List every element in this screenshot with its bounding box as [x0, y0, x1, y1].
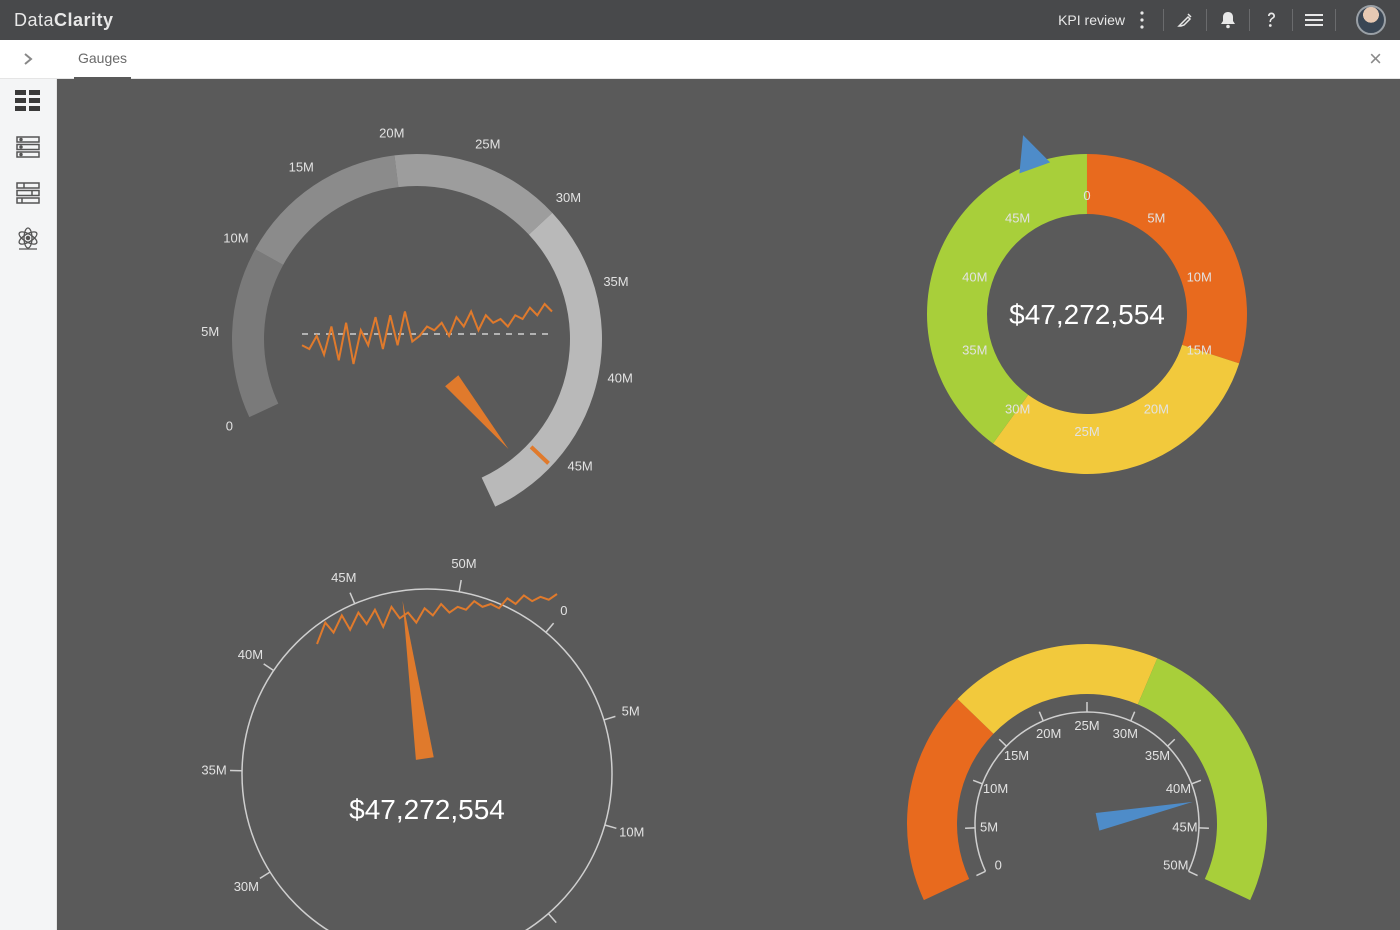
svg-text:20M: 20M — [1144, 401, 1169, 416]
svg-text:30M: 30M — [1113, 726, 1138, 741]
svg-text:20M: 20M — [379, 126, 404, 141]
svg-text:0: 0 — [560, 603, 567, 618]
sidebar-item-sliders[interactable] — [13, 181, 43, 205]
svg-text:10M: 10M — [1187, 270, 1212, 285]
svg-text:0: 0 — [1083, 188, 1090, 203]
highlighter-icon[interactable] — [1174, 9, 1196, 31]
sidebar-item-servers[interactable] — [13, 135, 43, 159]
svg-text:15M: 15M — [1187, 342, 1212, 357]
topbar: DataClarity KPI review — [0, 0, 1400, 40]
svg-text:0: 0 — [226, 418, 233, 433]
svg-text:15M: 15M — [289, 159, 314, 174]
svg-text:10M: 10M — [223, 231, 248, 246]
tab-label: Gauges — [78, 50, 127, 66]
svg-text:45M: 45M — [1005, 211, 1030, 226]
svg-text:35M: 35M — [201, 762, 226, 777]
svg-text:15M: 15M — [1004, 748, 1029, 763]
svg-text:45M: 45M — [1172, 819, 1197, 834]
svg-text:25M: 25M — [1074, 424, 1099, 439]
svg-text:10M: 10M — [983, 781, 1008, 796]
grid-icon — [15, 90, 41, 112]
svg-text:35M: 35M — [1145, 748, 1170, 763]
svg-text:30M: 30M — [234, 879, 259, 894]
close-icon[interactable]: × — [1369, 46, 1382, 72]
svg-text:5M: 5M — [980, 819, 998, 834]
svg-text:40M: 40M — [608, 370, 633, 385]
gauge-top-right[interactable]: 0 5M 10M 15M 20M 25M 30M 35M 40M 45M $47,272,554 — [837, 89, 1337, 519]
svg-text:$47,272,554: $47,272,554 — [349, 794, 505, 825]
svg-text:45M: 45M — [331, 570, 356, 585]
svg-text:35M: 35M — [603, 274, 628, 289]
sidebar-toggle[interactable] — [0, 52, 56, 66]
sidebar-item-atom[interactable] — [13, 227, 43, 251]
sliders-icon — [16, 182, 40, 204]
bell-icon[interactable] — [1217, 9, 1239, 31]
svg-text:45M: 45M — [567, 458, 592, 473]
subbar: Gauges × — [0, 40, 1400, 79]
svg-text:40M: 40M — [238, 647, 263, 662]
svg-text:20M: 20M — [1036, 726, 1061, 741]
svg-text:40M: 40M — [1166, 781, 1191, 796]
svg-text:50M: 50M — [451, 556, 476, 571]
help-icon[interactable] — [1260, 9, 1282, 31]
gauge-bottom-left[interactable]: 05M10M15M20M25M30M35M40M45M50M$47,272,55… — [127, 519, 687, 930]
svg-text:25M: 25M — [1074, 718, 1099, 733]
gauge-top-left[interactable]: 05M10M15M20M25M30M35M40M45M50M — [127, 89, 687, 519]
svg-text:30M: 30M — [556, 190, 581, 205]
avatar[interactable] — [1356, 5, 1386, 35]
more-vertical-icon[interactable] — [1131, 9, 1153, 31]
svg-text:5M: 5M — [622, 704, 640, 719]
svg-text:25M: 25M — [475, 136, 500, 151]
kpi-review-label[interactable]: KPI review — [1058, 12, 1125, 28]
sidebar — [0, 79, 57, 930]
menu-icon[interactable] — [1303, 9, 1325, 31]
svg-text:5M: 5M — [201, 324, 219, 339]
svg-text:35M: 35M — [962, 342, 987, 357]
sidebar-item-grid[interactable] — [13, 89, 43, 113]
svg-text:50M: 50M — [1163, 857, 1188, 872]
svg-text:30M: 30M — [1005, 401, 1030, 416]
atom-icon — [16, 227, 40, 251]
brand: DataClarity — [14, 10, 114, 31]
svg-text:5M: 5M — [1147, 211, 1165, 226]
svg-text:10M: 10M — [619, 825, 644, 840]
svg-text:$47,272,554: $47,272,554 — [1009, 299, 1165, 330]
gauge-bottom-right[interactable]: 0 5M 10M 15M 20M 25M 30M 35M 40M 45M 50M — [837, 559, 1337, 930]
tab-gauges[interactable]: Gauges — [74, 39, 131, 79]
servers-icon — [16, 136, 40, 158]
svg-text:0: 0 — [995, 857, 1002, 872]
svg-text:40M: 40M — [962, 270, 987, 285]
dashboard-canvas: 0 5M 10M 15M 20M 25M 30M 35M 40M 45M 50M 0 5M 10M 15M… — [57, 79, 1400, 930]
